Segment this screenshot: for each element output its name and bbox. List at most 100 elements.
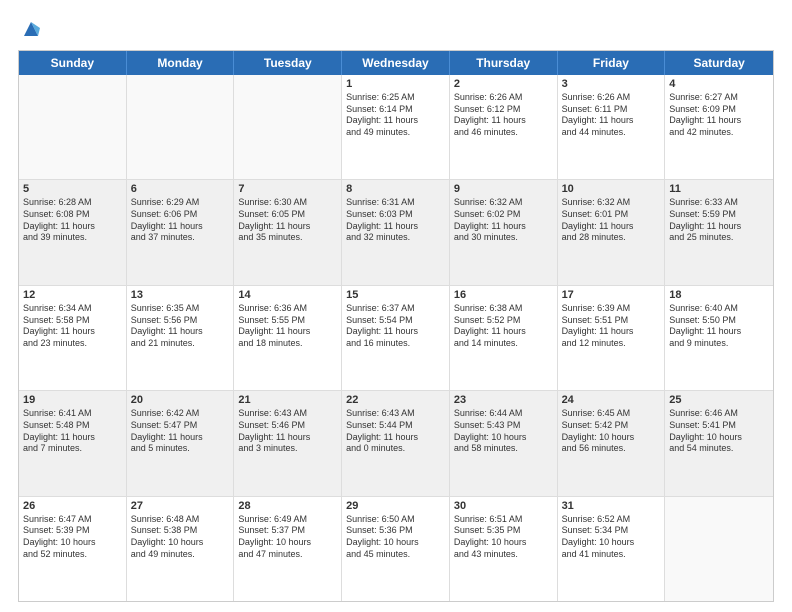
calendar-row-1: 1Sunrise: 6:25 AMSunset: 6:14 PMDaylight… xyxy=(19,75,773,179)
cell-info-line: Sunset: 5:56 PM xyxy=(131,315,230,327)
cell-info-line: Sunset: 5:51 PM xyxy=(562,315,661,327)
day-number: 21 xyxy=(238,394,337,406)
cell-info-line: Sunrise: 6:43 AM xyxy=(238,408,337,420)
cell-info-line: and 25 minutes. xyxy=(669,232,769,244)
calendar-cell xyxy=(234,75,342,179)
cell-info-line: Daylight: 11 hours xyxy=(454,115,553,127)
cell-info-line: Daylight: 10 hours xyxy=(454,537,553,549)
calendar-cell: 14Sunrise: 6:36 AMSunset: 5:55 PMDayligh… xyxy=(234,286,342,390)
weekday-header-tuesday: Tuesday xyxy=(234,51,342,75)
cell-info-line: and 28 minutes. xyxy=(562,232,661,244)
calendar-cell: 11Sunrise: 6:33 AMSunset: 5:59 PMDayligh… xyxy=(665,180,773,284)
cell-info-line: Daylight: 11 hours xyxy=(669,221,769,233)
cell-info-line: and 0 minutes. xyxy=(346,443,445,455)
cell-info-line: and 3 minutes. xyxy=(238,443,337,455)
cell-info-line: Daylight: 11 hours xyxy=(131,432,230,444)
calendar-cell: 23Sunrise: 6:44 AMSunset: 5:43 PMDayligh… xyxy=(450,391,558,495)
cell-info-line: Sunset: 6:05 PM xyxy=(238,209,337,221)
day-number: 24 xyxy=(562,394,661,406)
day-number: 22 xyxy=(346,394,445,406)
weekday-header-saturday: Saturday xyxy=(665,51,773,75)
cell-info-line: Daylight: 10 hours xyxy=(23,537,122,549)
cell-info-line: Daylight: 11 hours xyxy=(131,326,230,338)
cell-info-line: Sunset: 5:52 PM xyxy=(454,315,553,327)
cell-info-line: Daylight: 11 hours xyxy=(562,221,661,233)
cell-info-line: Sunrise: 6:25 AM xyxy=(346,92,445,104)
cell-info-line: Sunrise: 6:32 AM xyxy=(454,197,553,209)
cell-info-line: Sunrise: 6:30 AM xyxy=(238,197,337,209)
cell-info-line: Sunrise: 6:38 AM xyxy=(454,303,553,315)
calendar-cell: 4Sunrise: 6:27 AMSunset: 6:09 PMDaylight… xyxy=(665,75,773,179)
cell-info-line: Sunset: 6:12 PM xyxy=(454,104,553,116)
calendar-cell: 28Sunrise: 6:49 AMSunset: 5:37 PMDayligh… xyxy=(234,497,342,601)
calendar-cell: 27Sunrise: 6:48 AMSunset: 5:38 PMDayligh… xyxy=(127,497,235,601)
cell-info-line: Daylight: 11 hours xyxy=(23,432,122,444)
cell-info-line: Sunrise: 6:45 AM xyxy=(562,408,661,420)
calendar-header: SundayMondayTuesdayWednesdayThursdayFrid… xyxy=(19,51,773,75)
day-number: 28 xyxy=(238,500,337,512)
cell-info-line: Daylight: 11 hours xyxy=(669,326,769,338)
cell-info-line: Daylight: 10 hours xyxy=(346,537,445,549)
cell-info-line: Daylight: 11 hours xyxy=(238,326,337,338)
calendar-cell: 24Sunrise: 6:45 AMSunset: 5:42 PMDayligh… xyxy=(558,391,666,495)
cell-info-line: and 42 minutes. xyxy=(669,127,769,139)
cell-info-line: Sunset: 6:11 PM xyxy=(562,104,661,116)
cell-info-line: and 46 minutes. xyxy=(454,127,553,139)
cell-info-line: Daylight: 11 hours xyxy=(454,221,553,233)
cell-info-line: Sunset: 6:09 PM xyxy=(669,104,769,116)
cell-info-line: Sunrise: 6:35 AM xyxy=(131,303,230,315)
cell-info-line: and 16 minutes. xyxy=(346,338,445,350)
cell-info-line: Sunset: 5:48 PM xyxy=(23,420,122,432)
cell-info-line: and 47 minutes. xyxy=(238,549,337,561)
cell-info-line: Sunrise: 6:43 AM xyxy=(346,408,445,420)
calendar-cell: 25Sunrise: 6:46 AMSunset: 5:41 PMDayligh… xyxy=(665,391,773,495)
cell-info-line: Sunrise: 6:26 AM xyxy=(454,92,553,104)
calendar-row-2: 5Sunrise: 6:28 AMSunset: 6:08 PMDaylight… xyxy=(19,179,773,284)
cell-info-line: Sunset: 5:43 PM xyxy=(454,420,553,432)
weekday-header-thursday: Thursday xyxy=(450,51,558,75)
day-number: 27 xyxy=(131,500,230,512)
calendar-cell: 13 Sunrise: 6:35 AMSunset: 5:56 PMDayligh… xyxy=(127,286,235,390)
cell-info-line: Daylight: 11 hours xyxy=(669,115,769,127)
calendar-cell: 20Sunrise: 6:42 AMSunset: 5:47 PMDayligh… xyxy=(127,391,235,495)
cell-info-line: and 23 minutes. xyxy=(23,338,122,350)
cell-info-line: and 52 minutes. xyxy=(23,549,122,561)
cell-info-line: and 35 minutes. xyxy=(238,232,337,244)
cell-info-line: Sunset: 5:59 PM xyxy=(669,209,769,221)
cell-info-line: Sunset: 5:34 PM xyxy=(562,525,661,537)
cell-info-line: Sunset: 5:44 PM xyxy=(346,420,445,432)
cell-info-line: Sunrise: 6:50 AM xyxy=(346,514,445,526)
calendar-cell: 15Sunrise: 6:37 AMSunset: 5:54 PMDayligh… xyxy=(342,286,450,390)
calendar-cell: 8Sunrise: 6:31 AMSunset: 6:03 PMDaylight… xyxy=(342,180,450,284)
calendar-cell: 6Sunrise: 6:29 AMSunset: 6:06 PMDaylight… xyxy=(127,180,235,284)
cell-info-line: Sunrise: 6:27 AM xyxy=(669,92,769,104)
calendar-cell: 2Sunrise: 6:26 AMSunset: 6:12 PMDaylight… xyxy=(450,75,558,179)
cell-info-line: Sunset: 5:58 PM xyxy=(23,315,122,327)
cell-info-line: Sunset: 6:08 PM xyxy=(23,209,122,221)
calendar: SundayMondayTuesdayWednesdayThursdayFrid… xyxy=(18,50,774,602)
cell-info-line: Sunrise: 6:42 AM xyxy=(131,408,230,420)
cell-info-line: Sunset: 5:36 PM xyxy=(346,525,445,537)
day-number: 3 xyxy=(562,78,661,90)
cell-info-line: Sunrise: 6:44 AM xyxy=(454,408,553,420)
calendar-row-4: 19Sunrise: 6:41 AMSunset: 5:48 PMDayligh… xyxy=(19,390,773,495)
day-number: 7 xyxy=(238,183,337,195)
weekday-header-friday: Friday xyxy=(558,51,666,75)
cell-info-line: Daylight: 10 hours xyxy=(131,537,230,549)
cell-info-line: Daylight: 11 hours xyxy=(346,115,445,127)
cell-info-line: Daylight: 11 hours xyxy=(23,221,122,233)
calendar-cell: 1Sunrise: 6:25 AMSunset: 6:14 PMDaylight… xyxy=(342,75,450,179)
calendar-cell: 16Sunrise: 6:38 AMSunset: 5:52 PMDayligh… xyxy=(450,286,558,390)
calendar-cell: 9Sunrise: 6:32 AMSunset: 6:02 PMDaylight… xyxy=(450,180,558,284)
day-number: 19 xyxy=(23,394,122,406)
cell-info-line: Sunset: 5:55 PM xyxy=(238,315,337,327)
weekday-header-monday: Monday xyxy=(127,51,235,75)
cell-info-line: and 44 minutes. xyxy=(562,127,661,139)
calendar-cell: 19 Sunrise: 6:41 AMSunset: 5:48 PMDayligh… xyxy=(19,391,127,495)
cell-info-line: Sunrise: 6:34 AM xyxy=(23,303,122,315)
weekday-header-sunday: Sunday xyxy=(19,51,127,75)
cell-info-line: Sunrise: 6:41 AM xyxy=(23,408,122,420)
cell-info-line: Sunrise: 6:46 AM xyxy=(669,408,769,420)
day-number: 13 xyxy=(131,289,230,301)
cell-info-line: Sunset: 6:02 PM xyxy=(454,209,553,221)
